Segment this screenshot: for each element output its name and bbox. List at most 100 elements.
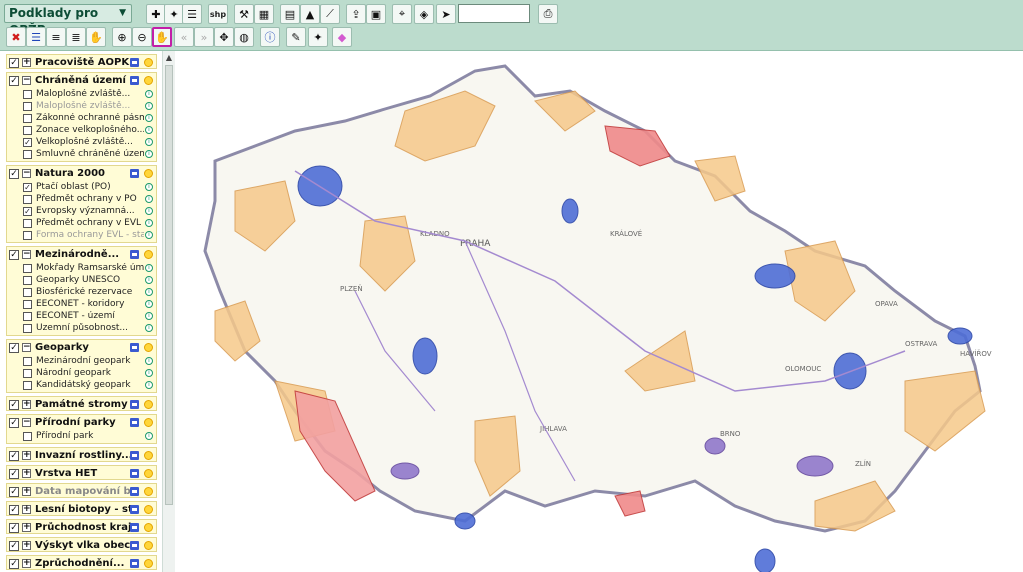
collapse-icon[interactable]: −: [22, 250, 31, 259]
layer-group-header[interactable]: ✓ − Natura 2000: [7, 166, 156, 181]
info-icon[interactable]: i: [145, 276, 153, 284]
collapse-icon[interactable]: −: [22, 418, 31, 427]
collapse-icon[interactable]: −: [22, 169, 31, 178]
layer-group-checkbox[interactable]: ✓: [9, 168, 19, 179]
expand-icon[interactable]: +: [22, 451, 31, 460]
info-icon[interactable]: i: [145, 312, 153, 320]
info-icon[interactable]: i: [145, 102, 153, 110]
layer-item-checkbox[interactable]: [23, 89, 32, 99]
layer-item[interactable]: ✓ Evropsky významná... i: [7, 205, 156, 217]
info-icon[interactable]: i: [145, 369, 153, 377]
layer-item[interactable]: Maloplošné zvláště... i: [7, 88, 156, 100]
layer-item-checkbox[interactable]: [23, 287, 32, 297]
coordinate-icon[interactable]: ⌖: [392, 4, 412, 24]
layer-group-checkbox[interactable]: ✓: [9, 540, 19, 551]
layer-item-checkbox[interactable]: ✓: [23, 206, 32, 216]
expand-icon[interactable]: +: [22, 541, 31, 550]
layer-visibility-icon[interactable]: [144, 169, 153, 178]
layer-visibility-icon[interactable]: [144, 343, 153, 352]
next-extent-icon[interactable]: »: [194, 27, 214, 47]
layer-item[interactable]: ✓ Velkoplošné zvláště... i: [7, 136, 156, 148]
info-icon[interactable]: i: [145, 183, 153, 191]
collapse-icon[interactable]: −: [22, 343, 31, 352]
export-icon[interactable]: ⇪: [346, 4, 366, 24]
layer-visibility-icon[interactable]: [144, 451, 153, 460]
highlighter-icon[interactable]: ✎: [286, 27, 306, 47]
measure-icon[interactable]: ⟋: [320, 4, 340, 24]
layer-visibility-icon[interactable]: [144, 559, 153, 568]
layer-legend-icon[interactable]: [130, 343, 139, 352]
layer-item[interactable]: Zonace velkoplošného... i: [7, 124, 156, 136]
layer-group-checkbox[interactable]: ✓: [9, 417, 19, 428]
layers-list-icon[interactable]: ☰: [26, 27, 46, 47]
scroll-thumb[interactable]: [165, 65, 173, 505]
layer-legend-icon[interactable]: [130, 541, 139, 550]
expand-icon[interactable]: +: [22, 400, 31, 409]
info-icon[interactable]: i: [145, 432, 153, 440]
layer-legend-icon[interactable]: [130, 169, 139, 178]
info-icon[interactable]: i: [145, 300, 153, 308]
layer-item[interactable]: Biosférické rezervace i: [7, 286, 156, 298]
info-icon[interactable]: i: [145, 231, 153, 239]
zoom-out-icon[interactable]: ⊖: [132, 27, 152, 47]
layer-visibility-icon[interactable]: [144, 469, 153, 478]
identify-icon[interactable]: ⓘ: [260, 27, 280, 47]
layer-item[interactable]: Územní působnost... i: [7, 322, 156, 334]
info-icon[interactable]: i: [145, 381, 153, 389]
layer-group-checkbox[interactable]: ✓: [9, 75, 19, 86]
layer-item[interactable]: Předmět ochrany v PO i: [7, 193, 156, 205]
print-icon[interactable]: ⎙: [538, 4, 558, 24]
map-canvas[interactable]: PRAHA KLADNO PLZEŇ OLOMOUC OSTRAVA OPAVA…: [175, 51, 1023, 572]
layer-group-header[interactable]: ✓ + Zprůchodnění...: [7, 556, 156, 571]
select-star-icon[interactable]: ✦: [308, 27, 328, 47]
layer-visibility-icon[interactable]: [144, 523, 153, 532]
layer-visibility-icon[interactable]: [144, 541, 153, 550]
shp-import-button[interactable]: shp: [208, 4, 228, 24]
add-service-icon[interactable]: ✦: [164, 4, 184, 24]
layer-visibility-icon[interactable]: [144, 250, 153, 259]
layer-visibility-icon[interactable]: [144, 58, 153, 67]
info-icon[interactable]: i: [145, 219, 153, 227]
tools-icon[interactable]: ⚒: [234, 4, 254, 24]
layer-visibility-icon[interactable]: [144, 400, 153, 409]
layer-group-checkbox[interactable]: ✓: [9, 522, 19, 533]
layer-group-checkbox[interactable]: ✓: [9, 450, 19, 461]
map-info-icon[interactable]: ◈: [414, 4, 434, 24]
search-input[interactable]: [458, 4, 530, 23]
expand-icon[interactable]: +: [22, 523, 31, 532]
layer-group-header[interactable]: ✓ − Geoparky: [7, 340, 156, 355]
layer-legend-icon[interactable]: [130, 418, 139, 427]
layer-group-header[interactable]: ✓ + Vrstva HET: [7, 466, 156, 481]
layer-legend-icon[interactable]: [130, 58, 139, 67]
layer-group-header[interactable]: ✓ − Mezinárodně...: [7, 247, 156, 262]
layer-item[interactable]: EECONET - koridory i: [7, 298, 156, 310]
layer-group-checkbox[interactable]: ✓: [9, 399, 19, 410]
layer-group-checkbox[interactable]: ✓: [9, 468, 19, 479]
layer-item-checkbox[interactable]: ✓: [23, 137, 32, 147]
layer-group-header[interactable]: ✓+ Data mapování biotop: [7, 484, 156, 499]
expand-icon[interactable]: +: [22, 505, 31, 514]
layer-item-checkbox[interactable]: [23, 380, 32, 390]
layer-legend-icon[interactable]: [130, 559, 139, 568]
layer-group-header[interactable]: ✓+ Pracoviště AOPK ČR: [7, 55, 156, 70]
layer-item-checkbox[interactable]: [23, 101, 32, 111]
layer-item-checkbox[interactable]: [23, 263, 32, 273]
table-icon[interactable]: ▦: [254, 4, 274, 24]
info-icon[interactable]: i: [145, 90, 153, 98]
globe-icon[interactable]: ◍: [234, 27, 254, 47]
layer-item-checkbox[interactable]: [23, 431, 32, 441]
layer-legend-icon[interactable]: [130, 451, 139, 460]
layer-item-checkbox[interactable]: [23, 194, 32, 204]
pan-active-icon[interactable]: ✋: [152, 27, 172, 47]
layer-item-checkbox[interactable]: [23, 218, 32, 228]
layer-item-checkbox[interactable]: [23, 356, 32, 366]
layer-item[interactable]: Mezinárodní geopark i: [7, 355, 156, 367]
collapse-icon[interactable]: −: [22, 76, 31, 85]
layer-group-header[interactable]: ✓+ Průchodnost krajiny...: [7, 520, 156, 535]
mountain-icon[interactable]: ▲: [300, 4, 320, 24]
layer-group-header[interactable]: ✓ + Invazní rostliny...: [7, 448, 156, 463]
layer-item[interactable]: Zákonné ochranné pásmo...i: [7, 112, 156, 124]
info-icon[interactable]: i: [145, 114, 153, 122]
layer-item[interactable]: Maloplošné zvláště... i: [7, 100, 156, 112]
close-icon[interactable]: ✖: [6, 27, 26, 47]
